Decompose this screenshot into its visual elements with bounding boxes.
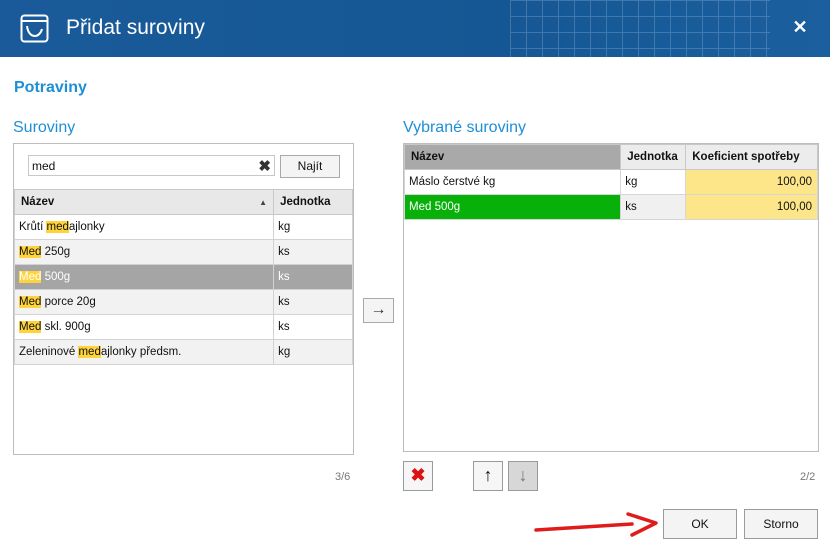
table-row[interactable]: Med 500g ks 100,00: [403, 194, 818, 220]
ingredient-name-cell: Krůtí medajlonky: [13, 214, 275, 240]
selected-table: Název Jednotka Koeficient spotřeby Máslo…: [403, 144, 818, 220]
move-up-button[interactable]: ↑: [473, 461, 503, 491]
selected-ingredients-panel: Název Jednotka Koeficient spotřeby Máslo…: [403, 143, 819, 452]
ingredients-table: Název ▲ Jednotka Krůtí medajlonky kg Med 25…: [13, 189, 353, 365]
right-panel-title: Vybrané suroviny: [403, 119, 527, 136]
title-bar: Přidat suroviny ✕: [0, 0, 830, 57]
add-selected-button[interactable]: →: [363, 298, 394, 323]
search-match-highlight: Med: [19, 271, 42, 283]
column-header-unit[interactable]: Jednotka: [620, 144, 687, 170]
find-button[interactable]: Najít: [280, 155, 340, 178]
title-bar-decoration: [510, 0, 770, 57]
cancel-button[interactable]: Storno: [744, 509, 818, 539]
ingredient-unit-cell: kg: [273, 339, 353, 365]
window-title: Přidat suroviny: [66, 16, 205, 39]
selected-name-cell: Med 500g: [403, 194, 622, 220]
table-row[interactable]: Med skl. 900g ks: [13, 314, 353, 340]
ingredient-name-cell: Med porce 20g: [13, 289, 275, 315]
table-row[interactable]: Máslo čerstvé kg kg 100,00: [403, 169, 818, 195]
selected-name-cell: Máslo čerstvé kg: [403, 169, 622, 195]
ingredient-name-cell: Med 250g: [13, 239, 275, 265]
ingredient-name-cell: Zeleninové medajlonky předsm.: [13, 339, 275, 365]
app-icon: [20, 14, 49, 43]
ingredients-panel: med ✖ Najít Název ▲ Jednotka Krůtí medajl…: [13, 143, 354, 455]
table-row[interactable]: Zeleninové medajlonky předsm. kg: [13, 339, 353, 365]
ingredient-unit-cell: ks: [273, 314, 353, 340]
red-arrow-annotation: [534, 512, 658, 537]
column-header-name[interactable]: Název: [403, 144, 622, 170]
column-header-name[interactable]: Název ▲: [13, 189, 275, 215]
sort-asc-icon: ▲: [259, 198, 268, 207]
table-row[interactable]: Med 500g ks: [13, 264, 353, 290]
left-panel-title: Suroviny: [13, 119, 76, 136]
column-header-unit[interactable]: Jednotka: [273, 189, 353, 215]
right-count: 2/2: [800, 471, 816, 483]
move-down-button[interactable]: ↓: [508, 461, 538, 491]
search-match-highlight: med: [46, 221, 69, 233]
ingredient-unit-cell: ks: [273, 289, 353, 315]
ok-button[interactable]: OK: [663, 509, 737, 539]
coefficient-cell[interactable]: 100,00: [685, 169, 818, 195]
close-icon[interactable]: ✕: [792, 18, 808, 36]
search-match-highlight: Med: [19, 296, 42, 308]
delete-button[interactable]: ✖: [403, 461, 433, 491]
column-header-coefficient[interactable]: Koeficient spotřeby: [685, 144, 818, 170]
table-row[interactable]: Med 250g ks: [13, 239, 353, 265]
ingredient-unit-cell: kg: [273, 214, 353, 240]
search-input[interactable]: med ✖: [28, 155, 275, 176]
table-row[interactable]: Med porce 20g ks: [13, 289, 353, 315]
ingredient-unit-cell: ks: [273, 239, 353, 265]
section-title: Potraviny: [14, 79, 87, 96]
selected-unit-cell: ks: [620, 194, 687, 220]
search-match-highlight: Med: [19, 246, 42, 258]
ingredient-name-cell: Med 500g: [13, 264, 275, 290]
selected-unit-cell: kg: [620, 169, 687, 195]
search-match-highlight: Med: [19, 321, 42, 333]
clear-search-icon[interactable]: ✖: [258, 157, 271, 175]
search-match-highlight: med: [78, 346, 101, 358]
search-value: med: [32, 159, 56, 173]
ingredient-unit-cell: ks: [273, 264, 353, 290]
table-row[interactable]: Krůtí medajlonky kg: [13, 214, 353, 240]
ingredient-name-cell: Med skl. 900g: [13, 314, 275, 340]
coefficient-cell[interactable]: 100,00: [685, 194, 818, 220]
left-count: 3/6: [335, 471, 351, 483]
